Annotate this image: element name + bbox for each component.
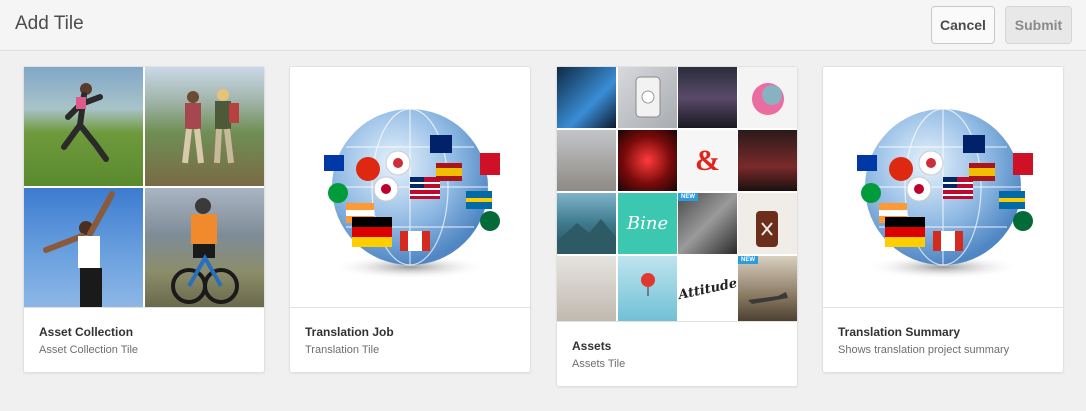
tile-name: Translation Summary [838,325,961,339]
tile-card-translation-job[interactable]: Translation Job Translation Tile [289,66,531,373]
mosaic-tile [618,256,677,321]
bine-tile: Bine [618,193,677,254]
tile-card-translation-summary[interactable]: Translation Summary Shows translation pr… [822,66,1064,373]
hikers-photo [145,67,264,186]
mosaic-tile [678,67,737,128]
mosaic-tile [557,193,616,254]
translation-job-thumbnail [290,67,530,308]
cyclist-photo [145,188,264,307]
page-title: Add Tile [15,13,84,34]
tile-description: Shows translation project summary [838,344,1010,356]
new-badge: NEW [678,193,698,201]
tile-name: Assets [572,339,612,353]
submit-button[interactable]: Submit [1005,6,1072,44]
tile-description: Asset Collection Tile [39,344,139,356]
bine-label: Bine [626,213,669,234]
globe-flags-image [290,67,530,307]
mosaic-tile [738,193,797,254]
attitude-tile: Attitude [676,256,739,321]
tile-name: Translation Job [305,325,394,339]
adobe-logo-tile: & [678,130,737,191]
mosaic-tile [557,256,616,321]
mosaic-tile [618,67,677,128]
mosaic-tile [557,130,616,191]
tile-description: Assets Tile [572,358,626,370]
basketball-photo [24,188,143,307]
runner-photo [24,67,143,186]
attitude-label: Attitude [676,275,739,303]
mosaic-tile: NEW [738,256,797,321]
tile-description: Translation Tile [305,344,380,356]
new-badge: NEW [738,256,758,264]
tile-name: Asset Collection [39,325,134,339]
tile-card-asset-collection[interactable]: Asset Collection Asset Collection Tile [23,66,265,373]
mosaic-tile [618,130,677,191]
globe-flags-image [823,67,1063,307]
cancel-button[interactable]: Cancel [931,6,995,44]
assets-thumbnail: & Bine NEW Attitude NEW [557,67,797,322]
mosaic-tile: NEW [678,193,737,254]
header-bar: Add Tile Cancel Submit [0,0,1086,51]
mosaic-tile [557,67,616,128]
tile-card-assets[interactable]: & Bine NEW Attitude NEW Assets Assets Ti… [556,66,798,387]
mosaic-tile [738,130,797,191]
translation-summary-thumbnail [823,67,1063,308]
adobe-ampersand: & [695,143,720,177]
asset-collection-thumbnail [24,67,264,308]
mosaic-tile [738,67,797,128]
